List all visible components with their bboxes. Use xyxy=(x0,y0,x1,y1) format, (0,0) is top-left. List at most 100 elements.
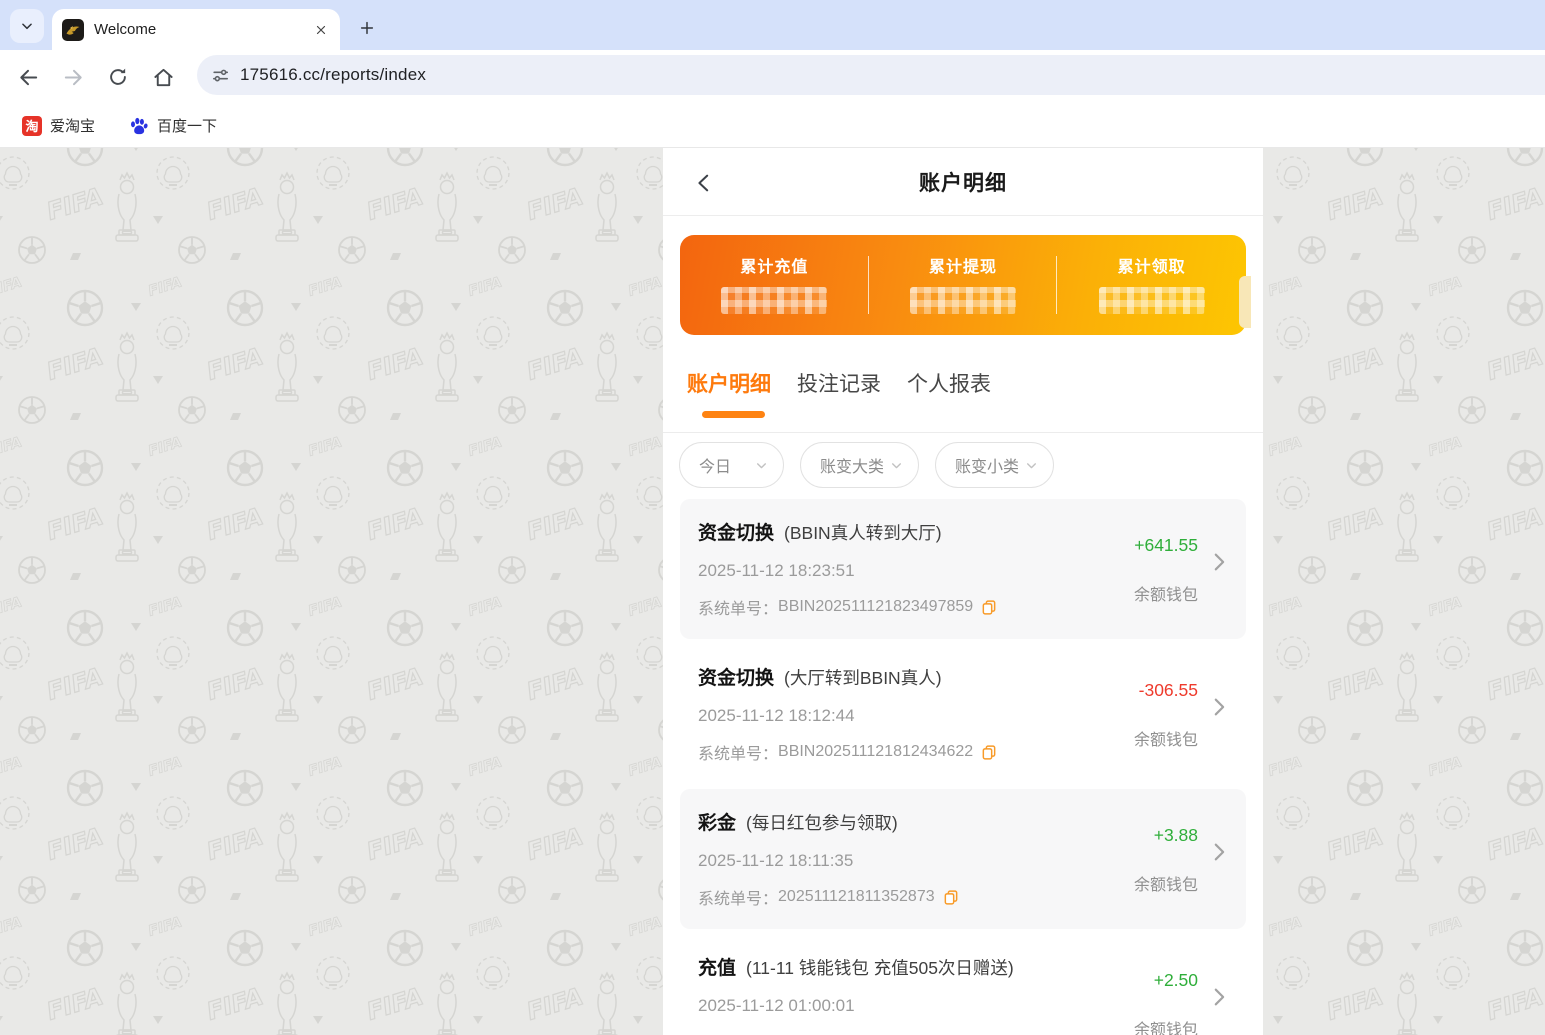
transaction-amount: -306.55 xyxy=(1138,680,1198,700)
page-background: FIFA xyxy=(0,148,1545,1035)
reload-button[interactable] xyxy=(101,60,135,94)
stat-label: 累计充值 xyxy=(740,259,809,276)
wallet-type: 余额钱包 xyxy=(1133,877,1198,894)
transaction-time: 2025-11-12 18:11:35 xyxy=(698,851,854,870)
active-tab-underline xyxy=(702,411,765,418)
transaction-desc: (大厅转到BBIN真人) xyxy=(784,668,942,688)
url-text[interactable]: 175616.cc/reports/index xyxy=(240,65,426,85)
site-settings-icon xyxy=(212,69,229,81)
filter-label: 账变大类 xyxy=(820,459,885,476)
transaction-row[interactable]: 资金切换 (BBIN真人转到大厅) 2025-11-12 18:23:51 系统… xyxy=(680,499,1246,639)
scroll-thumb[interactable] xyxy=(1251,273,1263,330)
tab-close-button[interactable] xyxy=(312,21,330,39)
order-label: 系统单号： xyxy=(698,746,779,763)
copy-order-button[interactable] xyxy=(981,599,997,616)
tab-account-detail[interactable]: 账户明细 xyxy=(687,368,771,398)
transaction-row[interactable]: 充值 (11-11 钱能钱包 充值505次日赠送) 2025-11-12 01:… xyxy=(680,934,1246,1035)
back-arrow-icon xyxy=(19,69,37,85)
forward-button[interactable] xyxy=(56,60,90,94)
transaction-row[interactable]: 资金切换 (大厅转到BBIN真人) 2025-11-12 18:12:44 系统… xyxy=(680,644,1246,784)
taobao-icon: 淘 xyxy=(22,115,42,136)
transaction-row[interactable]: 彩金 (每日红包参与领取) 2025-11-12 18:11:35 系统单号： … xyxy=(680,789,1246,929)
bookmark-aitaobao[interactable]: 淘 爱淘宝 xyxy=(14,111,103,140)
tab-title: Welcome xyxy=(94,21,157,38)
forward-arrow-icon xyxy=(64,69,82,85)
page-title: 账户明细 xyxy=(919,171,1007,195)
order-label: 系统单号： xyxy=(698,1030,778,1035)
transaction-time: 2025-11-12 18:23:51 xyxy=(698,561,855,580)
transaction-list: 资金切换 (BBIN真人转到大厅) 2025-11-12 18:23:51 系统… xyxy=(663,499,1263,1035)
stats-card: 累计充值 累计提现 累计领取 xyxy=(680,235,1246,335)
tab-bet-records[interactable]: 投注记录 xyxy=(797,368,881,398)
copy-order-button[interactable] xyxy=(981,744,997,761)
bookmarks-bar: 淘 爱淘宝 百度一下 xyxy=(0,104,1545,148)
url-bar[interactable]: 175616.cc/reports/index xyxy=(197,55,1545,95)
back-button[interactable] xyxy=(11,60,45,94)
bookmark-label: 爱淘宝 xyxy=(50,118,96,135)
bookmark-baidu[interactable]: 百度一下 xyxy=(121,111,225,140)
reload-icon xyxy=(110,68,126,85)
filter-row: 今日 账变大类 账变小类 xyxy=(663,433,1263,488)
chevron-right-icon[interactable] xyxy=(1208,694,1230,725)
baidu-paw-icon xyxy=(131,117,148,134)
chevron-down-icon xyxy=(892,462,901,468)
new-tab-button[interactable] xyxy=(352,13,382,43)
browser-tab[interactable]: Welcome xyxy=(52,9,340,50)
browser-toolbar: 175616.cc/reports/index xyxy=(0,50,1545,104)
transaction-type: 资金切换 xyxy=(698,668,775,689)
filter-minor-category-dropdown[interactable]: 账变小类 xyxy=(935,442,1054,488)
chevron-right-icon[interactable] xyxy=(1208,984,1230,1015)
copy-icon xyxy=(982,744,996,760)
transaction-desc: (BBIN真人转到大厅) xyxy=(784,523,942,543)
transaction-amount: +2.50 xyxy=(1153,970,1198,990)
transaction-amount: +3.88 xyxy=(1153,825,1198,845)
plus-icon xyxy=(360,21,374,35)
order-number: BBIN202511121812434622 xyxy=(778,743,974,760)
transaction-amount: +641.55 xyxy=(1134,535,1198,555)
wallet-type: 余额钱包 xyxy=(1133,732,1198,749)
chevron-down-icon xyxy=(22,23,32,30)
close-icon xyxy=(316,25,326,34)
order-number: BBIN202511121823497859 xyxy=(778,598,974,615)
filter-date-dropdown[interactable]: 今日 xyxy=(679,442,784,488)
transaction-time: 2025-11-12 01:00:01 xyxy=(698,996,855,1015)
next-card-peek xyxy=(1239,276,1251,328)
stat-total-withdraw: 累计提现 xyxy=(869,235,1058,335)
transaction-desc: (每日红包参与领取) xyxy=(746,813,898,833)
copy-order-button[interactable] xyxy=(943,889,959,906)
chevron-down-icon xyxy=(1027,462,1036,468)
transaction-type: 充值 xyxy=(698,958,737,979)
stat-total-deposit: 累计充值 xyxy=(680,235,869,335)
tab-search-button[interactable] xyxy=(10,9,44,43)
transaction-time: 2025-11-12 18:12:44 xyxy=(698,706,855,725)
tab-personal-report[interactable]: 个人报表 xyxy=(907,368,991,398)
chevron-right-icon[interactable] xyxy=(1208,839,1230,870)
back-chevron-button[interactable] xyxy=(691,170,717,196)
filter-major-category-dropdown[interactable]: 账变大类 xyxy=(800,442,919,488)
order-label: 系统单号： xyxy=(698,891,779,908)
chevron-left-icon xyxy=(698,174,709,192)
stat-total-claimed: 累计领取 xyxy=(1057,235,1246,335)
section-tabs: 账户明细 投注记录 个人报表 xyxy=(663,335,1263,398)
filter-label: 账变小类 xyxy=(955,459,1020,476)
chevron-down-icon xyxy=(757,462,766,468)
page-header: 账户明细 xyxy=(663,148,1263,216)
transaction-type: 彩金 xyxy=(698,813,737,834)
copy-icon xyxy=(944,889,958,905)
stat-label: 累计提现 xyxy=(929,259,998,276)
account-detail-panel: 账户明细 累计充值 累计提现 累计领取 账户明细 投注记录 个人报表 今日 账变… xyxy=(663,148,1263,1035)
stat-value-masked xyxy=(1098,287,1205,314)
chevron-right-icon[interactable] xyxy=(1208,549,1230,580)
wallet-type: 余额钱包 xyxy=(1133,587,1198,604)
browser-window: Welcome 175616.cc/reports/index 淘 爱淘宝 百度… xyxy=(0,0,1545,1035)
tab-strip: Welcome xyxy=(0,0,1545,50)
home-button[interactable] xyxy=(146,60,180,94)
filter-label: 今日 xyxy=(699,459,732,476)
svg-text:淘: 淘 xyxy=(25,119,38,134)
bookmark-label: 百度一下 xyxy=(157,118,218,135)
stat-value-masked xyxy=(910,287,1016,314)
copy-icon xyxy=(982,599,996,615)
stat-label: 累计领取 xyxy=(1117,259,1186,276)
transaction-desc: (11-11 钱能钱包 充值505次日赠送) xyxy=(746,958,1014,978)
stat-value-masked xyxy=(721,287,828,314)
